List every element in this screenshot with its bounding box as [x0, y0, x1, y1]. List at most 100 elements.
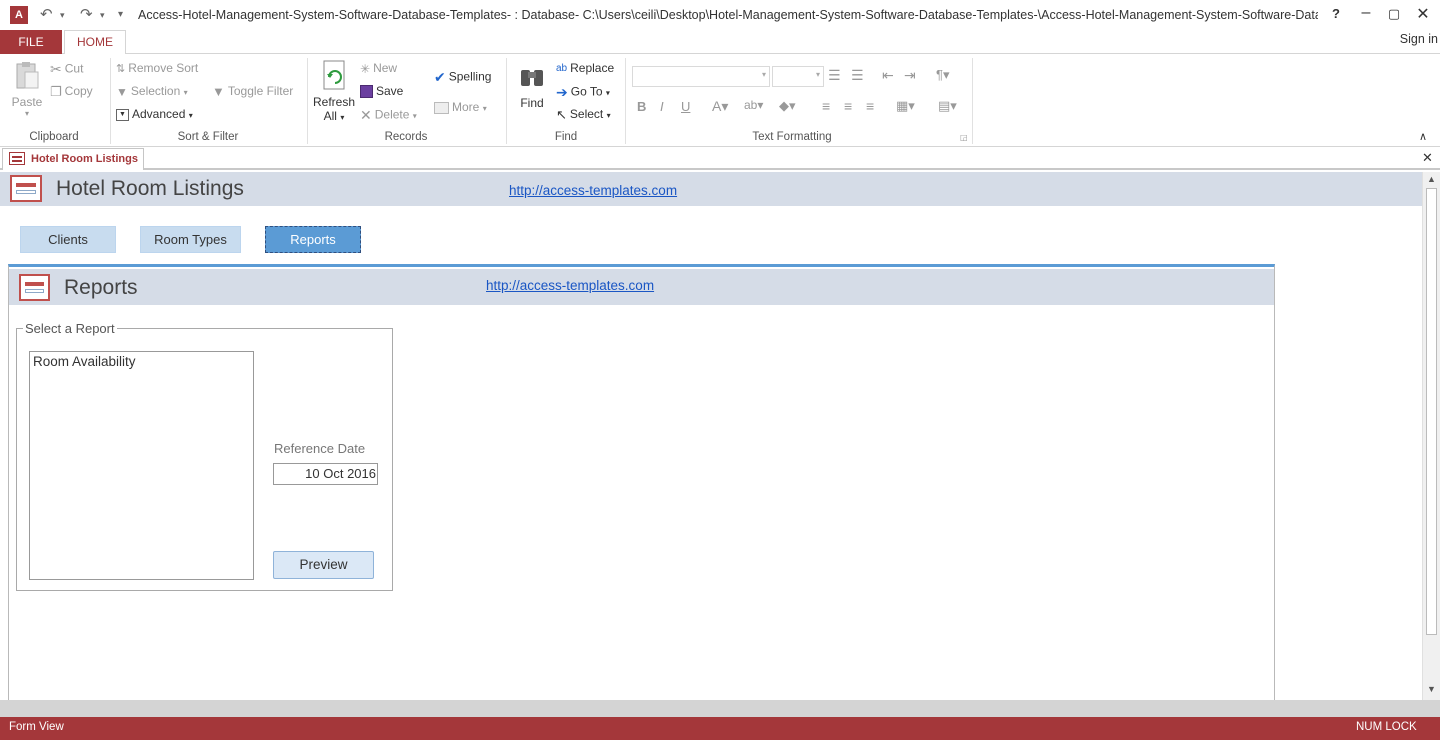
ribbon-separator: [972, 58, 973, 144]
alternate-row-color-icon[interactable]: ▤▾: [938, 98, 957, 114]
subform-header: Reports http://access-templates.com: [9, 269, 1274, 305]
close-icon[interactable]: ✕: [1410, 4, 1436, 24]
reference-date-label: Reference Date: [274, 441, 366, 456]
form-header-icon: [10, 175, 42, 202]
align-right-icon[interactable]: ≡: [866, 98, 874, 114]
select-button[interactable]: ↖ Select ▾: [556, 107, 611, 123]
document-tab-hotel-room-listings[interactable]: Hotel Room Listings: [2, 148, 144, 170]
fill-color-icon[interactable]: ◆▾: [779, 98, 796, 114]
new-label: New: [373, 61, 398, 75]
cut-label: Cut: [64, 61, 84, 76]
nav-button-room-types[interactable]: Room Types: [140, 226, 241, 253]
font-color-icon[interactable]: A▾: [712, 98, 728, 115]
bullets-icon[interactable]: ☰: [828, 67, 841, 84]
scroll-down-icon[interactable]: ▼: [1427, 684, 1436, 694]
replace-button[interactable]: ab Replace: [556, 61, 614, 75]
status-bar: Form View NUM LOCK: [0, 717, 1440, 740]
status-view-mode: Form View: [9, 721, 64, 733]
underline-button[interactable]: U: [681, 99, 690, 114]
undo-dropdown-icon[interactable]: ▾: [60, 10, 65, 21]
undo-icon[interactable]: ↶: [40, 5, 53, 23]
document-tab-label: Hotel Room Listings: [31, 153, 138, 165]
paste-button[interactable]: Paste ▾: [10, 60, 44, 122]
records-group-label: Records: [384, 131, 428, 143]
copy-button[interactable]: ❐ Copy: [50, 84, 93, 100]
remove-sort-button[interactable]: ⇅ Remove Sort: [116, 61, 198, 75]
reference-date-input[interactable]: 10 Oct 2016: [273, 463, 378, 485]
redo-dropdown-icon[interactable]: ▾: [100, 10, 105, 21]
more-button[interactable]: More ▾: [434, 100, 487, 114]
reports-subform: Reports http://access-templates.com Sele…: [8, 264, 1275, 700]
new-record-button[interactable]: ✳ New: [360, 61, 397, 76]
goto-button[interactable]: ➔ Go To ▾: [556, 84, 610, 101]
tab-file[interactable]: FILE: [0, 30, 62, 54]
advanced-label: Advanced: [132, 107, 186, 121]
font-name-select[interactable]: ▾: [632, 66, 770, 87]
find-button[interactable]: Find: [514, 62, 550, 110]
more-grid-icon: [434, 101, 449, 114]
report-list-item[interactable]: Room Availability: [30, 352, 253, 371]
vertical-scrollbar[interactable]: ▲ ▼: [1422, 172, 1440, 700]
form-header-link[interactable]: http://access-templates.com: [509, 183, 677, 198]
increase-indent-icon[interactable]: ⇥: [904, 67, 916, 84]
select-label: Select: [569, 107, 604, 122]
window-title: Access-Hotel-Management-System-Software-…: [138, 8, 1318, 22]
delete-button[interactable]: ✕ Delete ▾: [360, 107, 417, 124]
close-document-icon[interactable]: ✕: [1422, 150, 1433, 166]
italic-button[interactable]: I: [660, 99, 664, 114]
spelling-label: Spelling: [448, 69, 492, 84]
copy-icon: ❐: [50, 84, 62, 99]
cut-button[interactable]: ✂ Cut: [50, 61, 83, 78]
scroll-up-icon[interactable]: ▲: [1427, 174, 1436, 184]
sign-in-link[interactable]: Sign in: [1400, 32, 1438, 46]
numbering-icon[interactable]: ☰: [851, 67, 864, 84]
new-record-icon: ✳: [360, 61, 371, 76]
selection-button[interactable]: ▼ Selection ▾: [116, 84, 188, 99]
redo-icon[interactable]: ↷: [80, 5, 93, 23]
scroll-thumb[interactable]: [1426, 188, 1437, 635]
paste-icon: [16, 62, 39, 89]
minimize-icon[interactable]: –: [1353, 4, 1379, 22]
refresh-icon: [323, 60, 345, 90]
help-button[interactable]: ?: [1323, 6, 1349, 21]
access-logo-icon[interactable]: A: [10, 6, 28, 24]
remove-sort-label: Remove Sort: [128, 61, 199, 75]
text-formatting-group-label: Text Formatting: [752, 131, 832, 143]
align-center-icon[interactable]: ≡: [844, 98, 852, 114]
highlight-icon[interactable]: ab▾: [744, 98, 763, 112]
advanced-button[interactable]: ▼ Advanced ▾: [116, 107, 193, 121]
decrease-indent-icon[interactable]: ⇤: [882, 67, 894, 84]
ribbon-separator: [506, 58, 507, 144]
remove-sort-icon: ⇅: [116, 63, 126, 76]
selection-label: Selection: [130, 84, 181, 98]
ribbon-separator: [307, 58, 308, 144]
customize-toolbar-icon[interactable]: ▾: [118, 9, 123, 20]
save-button[interactable]: Save: [360, 84, 403, 99]
tab-home[interactable]: HOME: [64, 30, 126, 55]
nav-button-reports[interactable]: Reports: [265, 226, 361, 253]
nav-button-clients[interactable]: Clients: [20, 226, 116, 253]
maximize-icon[interactable]: ▢: [1381, 6, 1407, 22]
font-size-select[interactable]: ▾: [772, 66, 824, 87]
dialog-launcher-icon[interactable]: ◲: [960, 133, 968, 142]
bold-button[interactable]: B: [637, 99, 646, 114]
align-left-icon[interactable]: ≡: [822, 98, 830, 114]
ribbon: Paste ▾ ✂ Cut ❐ Copy Clipboard ⇅ Remove Sor…: [0, 54, 1440, 147]
paragraph-direction-icon[interactable]: ¶▾: [936, 67, 950, 83]
refresh-label: Refresh: [313, 95, 356, 109]
ribbon-tabs: FILE HOME Sign in: [0, 30, 1440, 55]
refresh-all-button[interactable]: Refresh All ▾: [313, 60, 355, 123]
toggle-filter-button[interactable]: ▼ Toggle Filter: [212, 84, 293, 99]
document-tab-bar: Hotel Room Listings ✕: [0, 148, 1440, 170]
collapse-ribbon-icon[interactable]: ∧: [1419, 130, 1427, 143]
status-num-lock: NUM LOCK: [1356, 721, 1417, 733]
report-listbox[interactable]: Room Availability: [29, 351, 254, 580]
subform-header-link[interactable]: http://access-templates.com: [486, 278, 654, 293]
form-bottom-strip: [0, 700, 1440, 717]
preview-button[interactable]: Preview: [273, 551, 374, 579]
gridlines-icon[interactable]: ▦▾: [896, 98, 915, 114]
form-view: Hotel Room Listings http://access-templa…: [0, 172, 1422, 700]
find-group-label: Find: [554, 131, 578, 143]
arrow-right-icon: ➔: [556, 84, 568, 100]
spelling-button[interactable]: ✔ Spelling: [434, 69, 491, 86]
